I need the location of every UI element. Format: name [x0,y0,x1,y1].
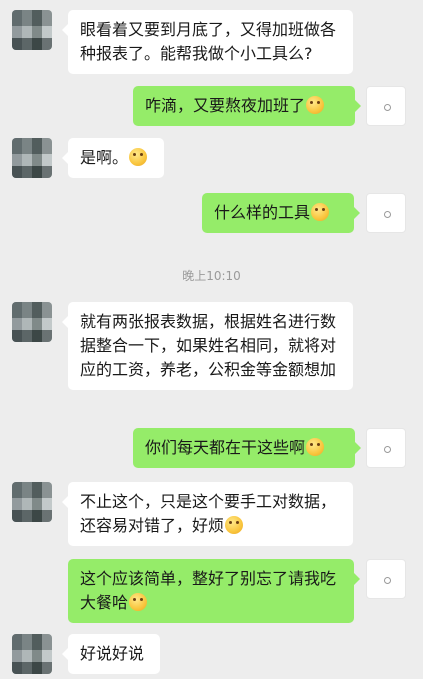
thinking-emoji-icon [306,96,325,114]
avatar-placeholder-icon [384,104,391,111]
message-bubble[interactable]: 是啊。 [62,138,164,178]
message-text: 咋滴，又要熬夜加班了 [145,96,306,115]
avatar-placeholder-icon [384,211,391,218]
message-bubble[interactable]: 这个应该简单，整好了别忘了请我吃大餐哈 [68,559,360,623]
message-text: 这个应该简单，整好了别忘了请我吃大餐哈 [80,569,337,612]
contact-avatar[interactable] [12,302,52,342]
avatar-placeholder-icon [384,446,391,453]
user-avatar[interactable] [366,193,406,233]
laughing-emoji-icon [306,438,325,456]
blush-emoji-icon [129,148,148,166]
message-bubble[interactable]: 咋滴，又要熬夜加班了 [133,86,361,126]
thinking-emoji-icon [129,593,148,611]
message-bubble[interactable]: 就有两张报表数据，根据姓名进行数据整合一下，如果姓名相同，就将对应的工资，养老，… [62,302,353,390]
message-text: 什么样的工具 [214,203,311,222]
message-bubble[interactable]: 你们每天都在干这些啊 [133,428,361,468]
message-bubble[interactable]: 不止这个，只是这个要手工对数据，还容易对错了，好烦 [62,482,353,546]
laughing-emoji-icon [311,203,330,221]
message-text: 不止这个，只是这个要手工对数据，还容易对错了，好烦 [80,492,337,535]
time-divider: 晚上10:10 [182,269,241,283]
message-bubble[interactable]: 什么样的工具 [202,193,360,233]
blush-emoji-icon [225,516,244,534]
avatar-placeholder-icon [384,577,391,584]
contact-avatar[interactable] [12,482,52,522]
message-text: 是啊。 [80,148,129,167]
user-avatar[interactable] [366,86,406,126]
contact-avatar[interactable] [12,138,52,178]
message-text: 就有两张报表数据，根据姓名进行数据整合一下，如果姓名相同，就将对应的工资，养老，… [80,312,337,379]
message-bubble[interactable]: 眼看着又要到月底了，又得加班做各种报表了。能帮我做个小工具么? [62,10,353,74]
message-text: 眼看着又要到月底了，又得加班做各种报表了。能帮我做个小工具么? [80,20,337,63]
message-text: 好说好说 [80,644,145,663]
message-text: 你们每天都在干这些啊 [145,438,306,457]
user-avatar[interactable] [366,559,406,599]
message-bubble[interactable]: 好说好说 [62,634,160,674]
contact-avatar[interactable] [12,634,52,674]
user-avatar[interactable] [366,428,406,468]
contact-avatar[interactable] [12,10,52,50]
